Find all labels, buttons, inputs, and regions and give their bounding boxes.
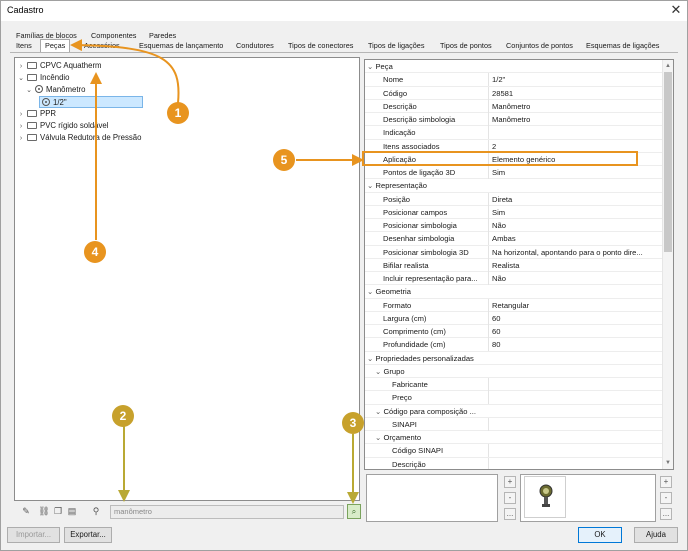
marker-2: 2 (112, 405, 134, 427)
marker-3: 3 (342, 412, 364, 434)
marker-4: 4 (84, 241, 106, 263)
highlight-aplicacao (362, 151, 638, 166)
annotation-arrows (70, 39, 364, 504)
marker-5: 5 (273, 149, 295, 171)
marker-1: 1 (167, 102, 189, 124)
